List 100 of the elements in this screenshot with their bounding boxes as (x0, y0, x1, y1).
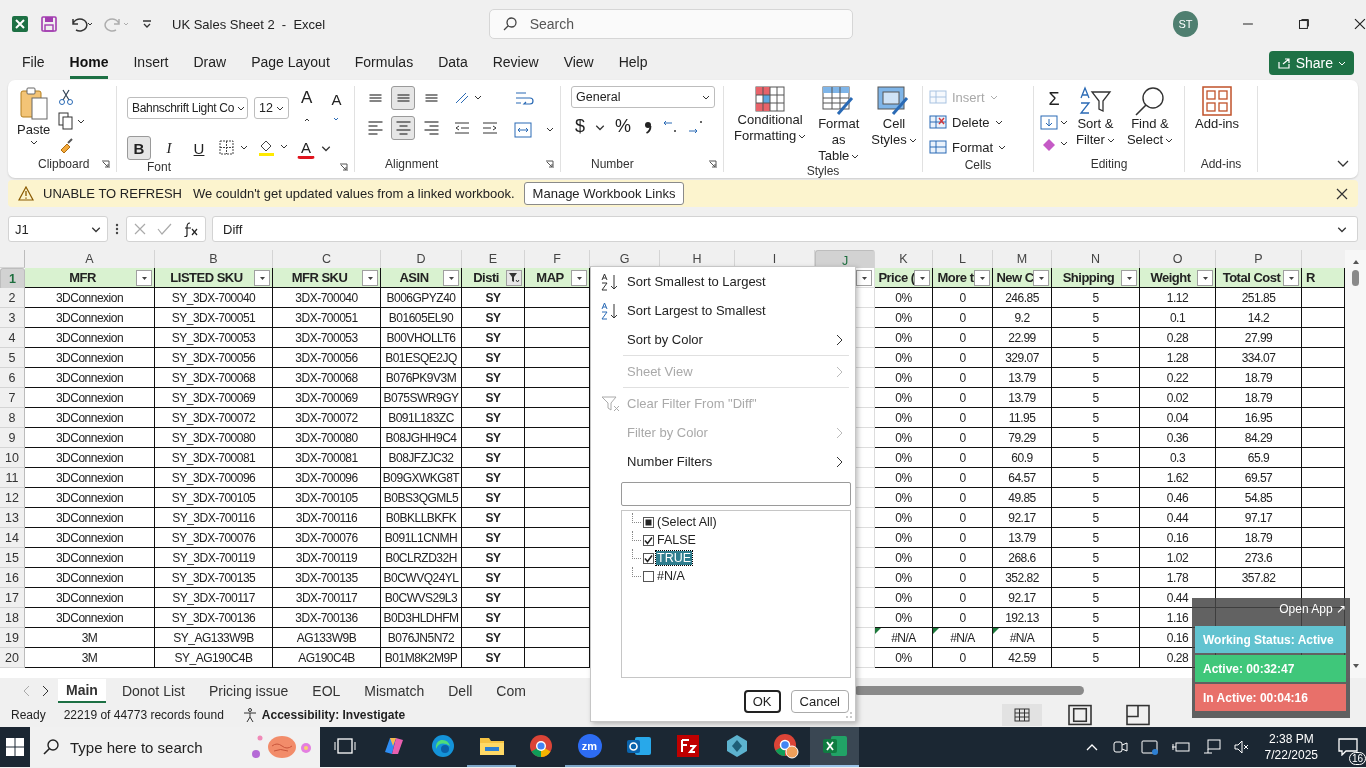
row-header[interactable]: 18 (0, 608, 25, 628)
shrink-font-button[interactable]: A (324, 89, 348, 127)
filter-dropdown-button[interactable] (1121, 270, 1137, 286)
filter-dropdown-button[interactable] (571, 270, 587, 286)
dialog-launcher-icon[interactable] (101, 159, 110, 169)
ribbon-tab[interactable]: View (563, 47, 594, 79)
filter-dropdown-button[interactable] (974, 270, 990, 286)
filter-dropdown-button[interactable] (443, 270, 459, 286)
row-header[interactable]: 19 (0, 628, 25, 648)
row-header[interactable]: 5 (0, 348, 25, 368)
display-icon[interactable] (1140, 739, 1159, 755)
row-header[interactable]: 2 (0, 288, 25, 308)
next-sheet-icon[interactable] (40, 684, 50, 697)
share-button[interactable]: Share (1268, 51, 1354, 75)
number-format-dropdown[interactable]: General (571, 86, 715, 108)
user-avatar[interactable]: ST (1172, 11, 1199, 37)
row-header[interactable]: 9 (0, 428, 25, 448)
copy-icon[interactable] (57, 112, 86, 130)
search-field[interactable]: Search (488, 9, 853, 39)
fill-down-icon[interactable] (1040, 114, 1068, 132)
find-select-button[interactable]: Find & Select (1122, 86, 1178, 148)
filter-dropdown-button[interactable] (1197, 270, 1213, 286)
row-header[interactable]: 17 (0, 588, 25, 608)
row-header[interactable]: 4 (0, 328, 25, 348)
dialog-launcher-icon[interactable] (545, 159, 554, 169)
cell-styles-button[interactable]: Cell Styles (867, 86, 921, 148)
ribbon-tab[interactable]: Page Layout (251, 47, 330, 79)
close-icon[interactable] (1336, 187, 1348, 200)
sheet-tab[interactable]: Mismatch (356, 679, 433, 702)
row-header[interactable]: 10 (0, 448, 25, 468)
ribbon-tab[interactable]: Draw (193, 47, 227, 79)
clock-time[interactable]: 2:38 PM (1268, 731, 1314, 747)
collapse-ribbon-icon[interactable] (1336, 158, 1350, 168)
start-icon[interactable] (6, 738, 24, 756)
spreadsheet-app-icon[interactable] (810, 727, 859, 767)
filter-value[interactable]: FALSE (656, 533, 697, 547)
muted-speaker-icon[interactable] (1232, 739, 1251, 755)
camera-icon[interactable] (1110, 739, 1129, 755)
filter-dropdown-button[interactable] (136, 270, 152, 286)
ribbon-tab[interactable]: Insert (133, 47, 169, 79)
conditional-styles-button[interactable]: Conditional Formatting (730, 86, 811, 144)
cancel-button[interactable]: Cancel (790, 690, 849, 713)
row-header[interactable]: 15 (0, 548, 25, 568)
taskbar-search-field[interactable]: Type here to search (30, 727, 320, 767)
bold-button[interactable]: B (127, 136, 151, 160)
maximize-icon[interactable] (1298, 18, 1311, 30)
manage-links-button[interactable]: Manage Workbook Links (523, 182, 685, 205)
menu-item[interactable]: Sort Largest to Smallest (595, 296, 849, 325)
row-header[interactable]: 1 (0, 268, 25, 290)
clock-date[interactable]: 7/22/2025 (1264, 747, 1318, 763)
row-header[interactable]: 7 (0, 388, 25, 408)
dialog-launcher-icon[interactable] (339, 162, 348, 172)
network-icon[interactable] (1202, 739, 1221, 755)
ribbon-tab[interactable]: Review (492, 47, 539, 79)
search-field[interactable] (621, 482, 851, 506)
sort-filter-button[interactable]: Sort & Filter (1072, 86, 1119, 148)
filter-dropdown-button[interactable] (914, 270, 930, 286)
filter-dropdown-button[interactable] (856, 270, 872, 286)
font-size-dropdown[interactable]: 12 (254, 97, 289, 119)
checkbox[interactable] (643, 516, 654, 528)
horizontal-scrollbar[interactable] (854, 686, 1084, 695)
resize-grip-icon[interactable] (845, 711, 853, 719)
row-header[interactable]: 14 (0, 528, 25, 548)
scroll-up-icon[interactable] (1351, 258, 1360, 266)
row-header[interactable]: 16 (0, 568, 25, 588)
underline-button[interactable]: U (187, 136, 211, 160)
ok-button[interactable]: OK (743, 690, 781, 713)
row-header[interactable]: 12 (0, 488, 25, 508)
battery-plug-icon[interactable] (1170, 739, 1191, 755)
dialog-launcher-icon[interactable] (708, 159, 717, 169)
scissors-icon[interactable] (57, 88, 76, 106)
sheet-tab[interactable]: Donot List (113, 679, 193, 702)
row-header[interactable]: 20 (0, 648, 25, 668)
menu-item[interactable]: Number Filters (595, 447, 849, 476)
more-icon[interactable] (114, 222, 120, 236)
name-box[interactable]: J1 (8, 216, 108, 242)
italic-button[interactable]: I (157, 136, 181, 160)
row-header[interactable]: 11 (0, 468, 25, 488)
filter-dropdown-button[interactable] (1283, 270, 1299, 286)
scroll-down-icon[interactable] (1351, 662, 1360, 670)
currency-button[interactable]: $ (571, 114, 589, 139)
align-middle-button[interactable] (391, 86, 415, 110)
sheet-tab[interactable]: Dell (440, 679, 481, 702)
sheet-tab[interactable]: Com (488, 679, 534, 702)
menu-item[interactable]: Sort by Color (595, 325, 849, 354)
font-color-button[interactable]: A (297, 137, 315, 159)
notification-icon[interactable] (1338, 738, 1358, 756)
save-icon[interactable] (40, 15, 58, 33)
check-icon[interactable] (156, 222, 172, 236)
font-name-dropdown[interactable]: Bahnschrift Light Co (127, 97, 249, 119)
caret-icon[interactable] (321, 143, 331, 153)
ribbon-tab[interactable]: Data (438, 47, 468, 79)
filter-dropdown-button[interactable] (362, 270, 378, 286)
paste-button[interactable]: Paste (14, 86, 54, 146)
add-ins-button[interactable]: Add-ins (1191, 86, 1244, 132)
chevron-up-icon[interactable] (1084, 742, 1099, 752)
filter-dropdown-button[interactable] (1033, 270, 1049, 286)
sheet-tab[interactable]: Main (58, 678, 106, 703)
grow-font-button[interactable]: A (294, 86, 319, 130)
function-icon[interactable] (181, 221, 199, 237)
